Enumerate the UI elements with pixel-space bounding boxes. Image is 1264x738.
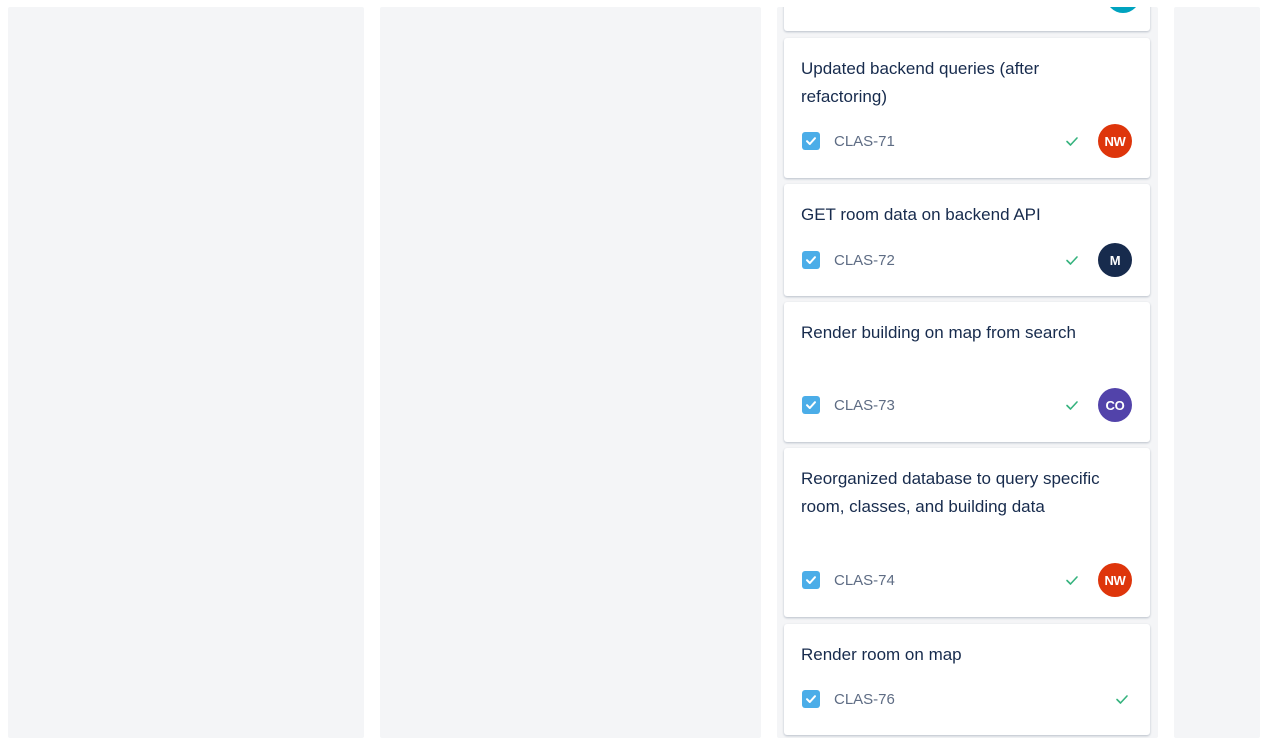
assignee-avatar[interactable]: NW — [1098, 563, 1132, 597]
issue-card[interactable]: Render building on map from search CLAS-… — [784, 302, 1150, 442]
issue-card[interactable]: Render room on map CLAS-76 — [784, 624, 1150, 735]
card-title: GET room data on backend API — [801, 205, 1041, 224]
card-title: Updated backend queries (after refactori… — [801, 59, 1040, 106]
checkbox-task-icon — [802, 571, 820, 589]
card-title: Reorganized database to query specific r… — [801, 469, 1100, 516]
card-partial[interactable] — [784, 7, 1150, 31]
issue-card[interactable]: Updated backend queries (after refactori… — [784, 38, 1150, 178]
assignee-avatar[interactable] — [1106, 7, 1140, 13]
checkmark-icon — [1064, 133, 1080, 149]
checkmark-icon — [1064, 572, 1080, 588]
issue-key[interactable]: CLAS-73 — [834, 397, 895, 414]
board-column-done: Updated backend queries (after refactori… — [777, 7, 1158, 738]
checkbox-task-icon — [802, 132, 820, 150]
card-title: Render building on map from search — [801, 323, 1076, 342]
assignee-avatar[interactable]: NW — [1098, 124, 1132, 158]
issue-key[interactable]: CLAS-74 — [834, 572, 895, 589]
issue-key[interactable]: CLAS-76 — [834, 691, 895, 708]
board-column-1 — [8, 7, 364, 738]
checkbox-task-icon — [802, 396, 820, 414]
checkmark-icon — [1064, 252, 1080, 268]
issue-card[interactable]: Reorganized database to query specific r… — [784, 448, 1150, 617]
board-column-4 — [1174, 7, 1260, 738]
card-title: Render room on map — [801, 645, 962, 664]
checkmark-icon — [1114, 691, 1130, 707]
assignee-avatar[interactable]: M — [1098, 243, 1132, 277]
issue-card[interactable]: GET room data on backend API CLAS-72 M — [784, 184, 1150, 296]
checkbox-task-icon — [802, 690, 820, 708]
board: Updated backend queries (after refactori… — [0, 0, 1264, 738]
checkmark-icon — [1064, 397, 1080, 413]
board-column-2 — [380, 7, 761, 738]
issue-key[interactable]: CLAS-71 — [834, 133, 895, 150]
issue-key[interactable]: CLAS-72 — [834, 252, 895, 269]
assignee-avatar[interactable]: CO — [1098, 388, 1132, 422]
checkbox-task-icon — [802, 251, 820, 269]
